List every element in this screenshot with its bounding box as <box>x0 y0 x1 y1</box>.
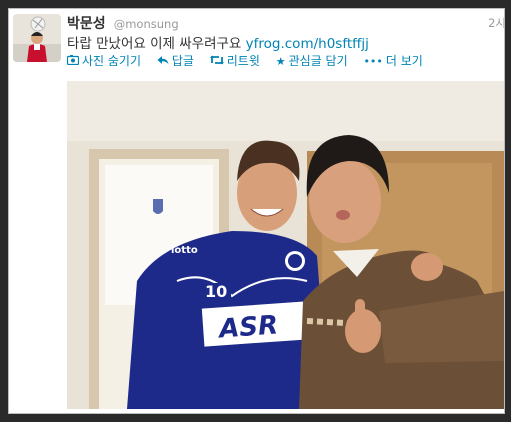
timestamp[interactable]: 2시 <box>488 15 504 31</box>
retweet-button[interactable]: 리트윗 <box>209 52 260 69</box>
retweet-icon <box>209 55 224 68</box>
favorite-label: 관심글 담기 <box>288 54 348 68</box>
more-label: 더 보기 <box>385 54 423 68</box>
star-icon: ★ <box>275 55 286 68</box>
tweet-card: 박문성 @monsung 2시 타랍 만났어요 이제 싸우려구요 yfrog.c… <box>8 8 505 414</box>
hide-photo-label: 사진 숨기기 <box>82 54 142 68</box>
display-name[interactable]: 박문성 <box>67 16 106 32</box>
tweet-header: 박문성 @monsung <box>67 13 504 32</box>
reply-label: 답글 <box>171 54 194 68</box>
tweet-link[interactable]: yfrog.com/h0sftffjj <box>246 36 369 52</box>
reply-icon <box>157 55 169 68</box>
tweet-text: 타랍 만났어요 이제 싸우려구요 yfrog.com/h0sftffjj <box>67 32 369 52</box>
retweet-label: 리트윗 <box>226 54 260 68</box>
tweet-actions: 사진 숨기기 답글 리트윗 ★ 관심글 담기 ••• 더 보기 <box>66 52 435 69</box>
tweet-text-body: 타랍 만났어요 이제 싸우려구요 <box>67 36 242 52</box>
kit-brand: lotto <box>171 245 198 256</box>
tweet-photo[interactable]: 10 ASR lotto <box>67 81 504 409</box>
jersey-number: 10 <box>205 282 227 301</box>
reply-button[interactable]: 답글 <box>157 52 194 69</box>
more-button[interactable]: ••• 더 보기 <box>363 52 422 69</box>
more-icon: ••• <box>363 55 383 68</box>
photo-image: 10 ASR lotto <box>67 81 504 409</box>
avatar[interactable] <box>13 14 61 62</box>
hide-photo-button[interactable]: 사진 숨기기 <box>66 52 142 69</box>
favorite-button[interactable]: ★ 관심글 담기 <box>276 52 348 69</box>
photo-icon <box>66 55 80 68</box>
jersey-sponsor: ASR <box>216 310 279 344</box>
user-handle[interactable]: @monsung <box>114 17 179 31</box>
